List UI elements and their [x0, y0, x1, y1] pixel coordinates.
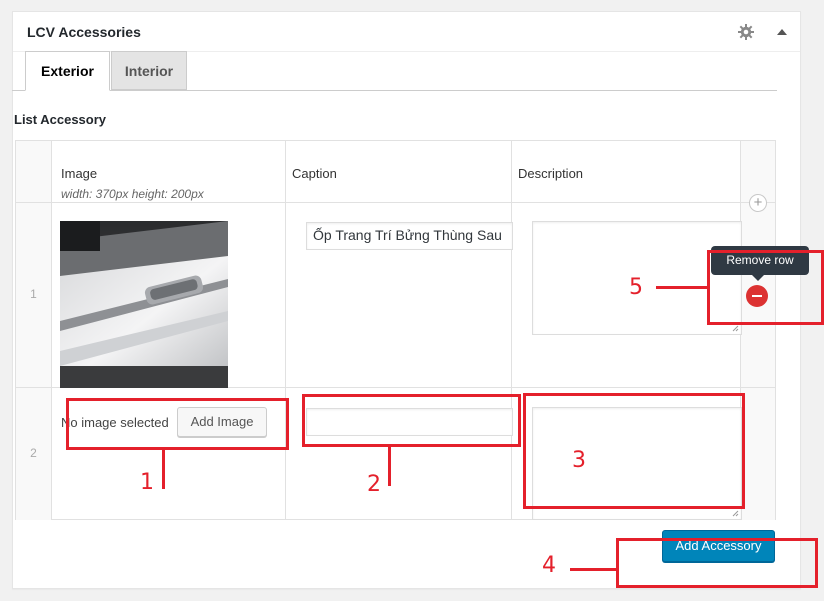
caption-input-row-1[interactable]: Ốp Trang Trí Bửng Thùng Sau [306, 222, 513, 250]
annotation-line-5 [656, 286, 709, 289]
header-order-cell [16, 141, 51, 202]
col-divider [51, 141, 52, 519]
annotation-box-1 [66, 398, 289, 450]
annotation-number-4: 4 [542, 553, 556, 578]
column-header-caption: Caption [292, 166, 337, 181]
row-order-2[interactable]: 2 [16, 387, 51, 520]
col-divider [285, 141, 286, 519]
resize-grip-icon[interactable] [732, 510, 739, 517]
row-divider [16, 202, 775, 203]
header-rowbtn-cell [740, 141, 775, 202]
annotation-number-1: 1 [140, 470, 154, 495]
row-order-1[interactable]: 1 [16, 202, 51, 387]
postbox-title: LCV Accessories [27, 24, 141, 40]
annotation-box-3 [523, 393, 745, 509]
field-label: List Accessory [14, 112, 107, 127]
column-header-image: Image [61, 166, 98, 181]
tab-interior[interactable]: Interior [111, 51, 187, 90]
column-header-image-hint: width: 370px height: 200px [61, 187, 204, 201]
gear-icon[interactable] [738, 24, 754, 40]
annotation-line-4 [570, 568, 618, 571]
annotation-box-5 [707, 250, 824, 325]
postbox-header: LCV Accessories [13, 12, 800, 52]
caret-up-icon[interactable] [775, 25, 789, 39]
col-divider [511, 141, 512, 519]
annotation-number-2: 2 [367, 472, 381, 497]
row-actions-2 [740, 387, 775, 520]
tab-divider [12, 90, 777, 91]
add-row-icon[interactable]: + [749, 194, 767, 212]
resize-grip-icon[interactable] [732, 325, 739, 332]
annotation-box-2 [302, 394, 521, 447]
accessory-image-thumbnail[interactable] [60, 221, 228, 388]
annotation-line-2 [388, 447, 391, 486]
column-header-description: Description [518, 166, 584, 181]
annotation-number-5: 5 [629, 275, 643, 300]
annotation-number-3: 3 [572, 448, 586, 473]
annotation-line-1 [162, 450, 165, 489]
tab-exterior[interactable]: Exterior [25, 51, 110, 91]
annotation-box-4 [616, 538, 818, 588]
